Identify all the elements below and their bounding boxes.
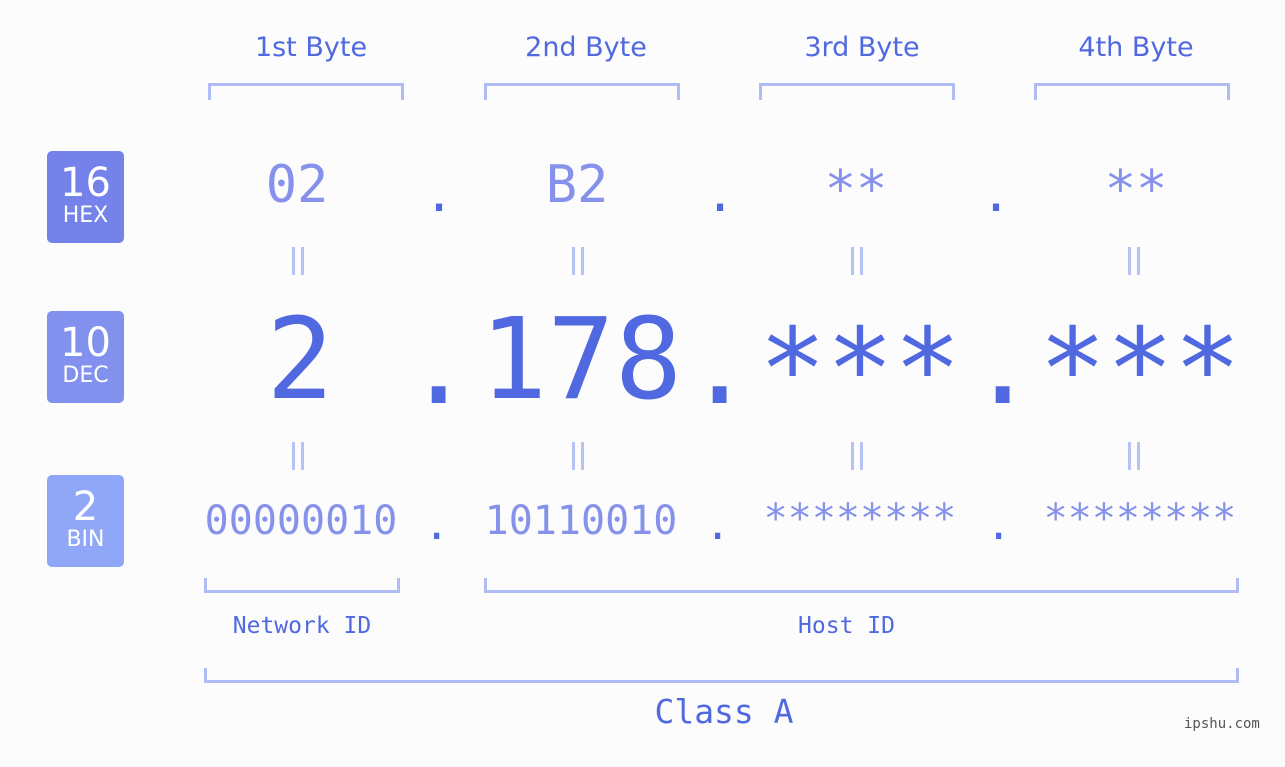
hex-badge: 16 HEX — [47, 151, 124, 243]
network-id-label: Network ID — [232, 613, 372, 639]
hex-separator-2: . — [705, 165, 736, 223]
byte-bracket-2 — [484, 83, 680, 100]
equals-marker — [292, 247, 304, 275]
bin-byte-2: 10110010 — [484, 498, 678, 544]
hex-byte-3: ** — [824, 160, 888, 220]
bin-separator-3: . — [986, 500, 1012, 549]
hex-separator-1: . — [424, 165, 455, 223]
hex-byte-1: 02 — [265, 155, 329, 215]
bin-badge: 2 BIN — [47, 475, 124, 567]
network-id-bracket — [204, 578, 400, 593]
equals-marker — [572, 442, 584, 470]
hex-badge-label: HEX — [62, 203, 109, 228]
dec-separator-3: . — [969, 300, 1037, 430]
hex-byte-4: ** — [1104, 160, 1168, 220]
dec-byte-3: *** — [758, 305, 962, 435]
equals-marker — [1128, 442, 1140, 470]
dec-separator-1: . — [405, 300, 473, 430]
class-bracket — [204, 668, 1239, 683]
bin-byte-3: ******** — [763, 496, 957, 542]
dec-separator-2: . — [686, 300, 754, 430]
byte-bracket-3 — [759, 83, 955, 100]
byte-title-4: 4th Byte — [1078, 32, 1194, 63]
byte-title-3: 3rd Byte — [804, 32, 920, 63]
bin-byte-4: ******** — [1043, 496, 1237, 542]
dec-badge-label: DEC — [62, 363, 109, 388]
equals-marker — [851, 247, 863, 275]
dec-byte-4: *** — [1038, 305, 1242, 435]
bin-badge-number: 2 — [72, 484, 99, 530]
equals-marker — [572, 247, 584, 275]
dec-badge-number: 10 — [60, 320, 111, 366]
dec-byte-2: 178 — [479, 295, 683, 425]
dec-byte-1: 2 — [266, 295, 334, 425]
class-label: Class A — [654, 692, 794, 731]
watermark: ipshu.com — [1184, 716, 1260, 732]
hex-byte-2: B2 — [545, 155, 609, 215]
byte-title-2: 2nd Byte — [525, 32, 647, 63]
host-id-label: Host ID — [798, 613, 895, 639]
equals-marker — [1128, 247, 1140, 275]
byte-bracket-1 — [208, 83, 404, 100]
hex-badge-number: 16 — [60, 160, 111, 206]
bin-badge-label: BIN — [66, 527, 105, 552]
bin-separator-2: . — [705, 500, 731, 549]
host-id-bracket — [484, 578, 1239, 593]
bin-byte-1: 00000010 — [204, 498, 398, 544]
equals-marker — [851, 442, 863, 470]
equals-marker — [292, 442, 304, 470]
hex-separator-3: . — [981, 165, 1012, 223]
bin-separator-1: . — [424, 500, 450, 549]
byte-title-1: 1st Byte — [254, 32, 368, 63]
dec-badge: 10 DEC — [47, 311, 124, 403]
byte-bracket-4 — [1034, 83, 1230, 100]
